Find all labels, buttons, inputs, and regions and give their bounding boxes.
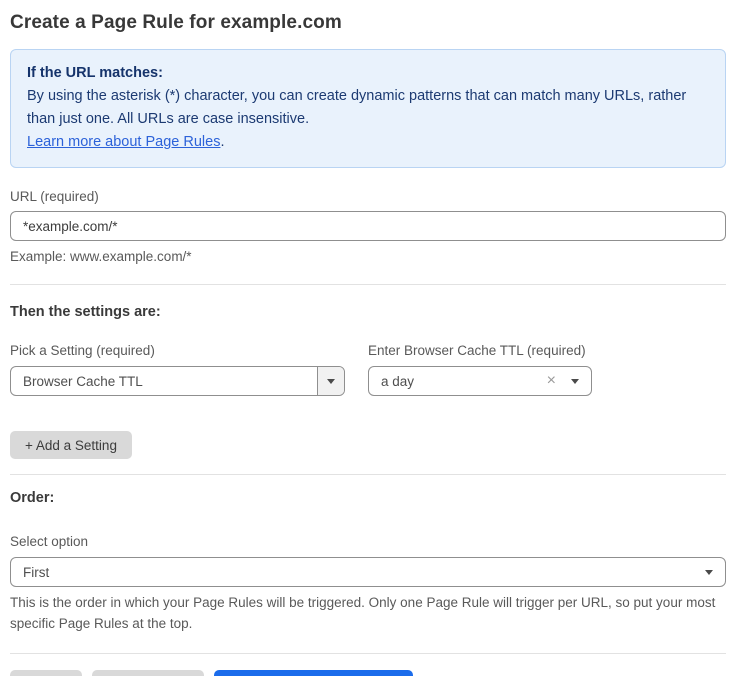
ttl-column: Enter Browser Cache TTL (required) a day… [368, 343, 592, 396]
info-box-heading: If the URL matches: [27, 62, 709, 85]
url-field-label: URL (required) [10, 189, 726, 204]
ttl-selected-value: a day [369, 374, 547, 389]
chevron-down-icon [571, 379, 579, 384]
order-select[interactable]: First [10, 557, 726, 587]
order-helper-text: This is the order in which your Page Rul… [10, 592, 726, 634]
divider [10, 474, 726, 475]
ttl-label: Enter Browser Cache TTL (required) [368, 343, 592, 358]
pick-setting-column: Pick a Setting (required) Browser Cache … [10, 343, 345, 396]
footer-actions: Cancel Save as Draft Save and Deploy Pag… [10, 670, 726, 676]
pick-setting-label: Pick a Setting (required) [10, 343, 345, 358]
divider [10, 653, 726, 654]
order-selected-value: First [11, 565, 705, 580]
settings-row: Pick a Setting (required) Browser Cache … [10, 343, 726, 396]
learn-more-link[interactable]: Learn more about Page Rules [27, 134, 220, 150]
url-match-info-box: If the URL matches: By using the asteris… [10, 49, 726, 168]
chevron-down-icon [327, 379, 335, 384]
save-and-deploy-button[interactable]: Save and Deploy Page Rule [214, 670, 414, 676]
create-page-rule-form: Create a Page Rule for example.com If th… [0, 0, 736, 676]
select-arrow-section[interactable] [317, 367, 344, 395]
link-period: . [220, 134, 224, 150]
ttl-select[interactable]: a day × [368, 366, 592, 396]
url-example-helper: Example: www.example.com/* [10, 249, 726, 264]
save-as-draft-button[interactable]: Save as Draft [92, 670, 204, 676]
info-box-body: By using the asterisk (*) character, you… [27, 85, 697, 131]
order-section-heading: Order: [10, 490, 726, 506]
chevron-down-icon [705, 570, 713, 575]
settings-section-heading: Then the settings are: [10, 304, 726, 320]
pick-setting-selected-value: Browser Cache TTL [11, 374, 317, 389]
clear-icon[interactable]: × [547, 373, 556, 389]
page-title: Create a Page Rule for example.com [10, 12, 726, 34]
add-setting-button[interactable]: + Add a Setting [10, 431, 132, 459]
cancel-button[interactable]: Cancel [10, 670, 82, 676]
url-input[interactable] [10, 211, 726, 241]
divider [10, 284, 726, 285]
pick-setting-select[interactable]: Browser Cache TTL [10, 366, 345, 396]
order-select-label: Select option [10, 534, 726, 549]
info-box-link-line: Learn more about Page Rules. [27, 131, 709, 154]
